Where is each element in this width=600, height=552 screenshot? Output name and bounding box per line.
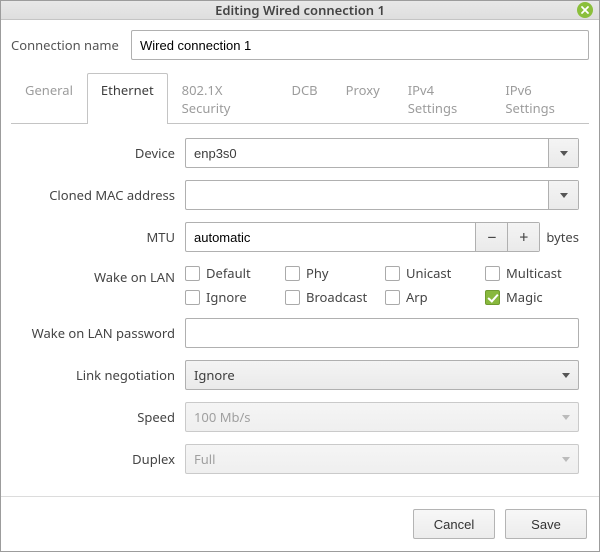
- link-negotiation-select[interactable]: Ignore: [185, 360, 579, 390]
- wol-arp-label: Arp: [406, 288, 428, 306]
- mtu-input[interactable]: [186, 223, 475, 251]
- duplex-label: Duplex: [21, 450, 185, 468]
- speed-label: Speed: [21, 408, 185, 426]
- link-negotiation-row: Link negotiation Ignore: [21, 360, 579, 390]
- wol-options: Default Phy Unicast Multicast Ignore Bro…: [185, 264, 579, 306]
- wol-default[interactable]: Default: [185, 264, 279, 282]
- wol-arp-checkbox[interactable]: [385, 290, 400, 305]
- device-row: Device: [21, 138, 579, 168]
- wol-magic-label: Magic: [506, 288, 543, 306]
- duplex-select: Full: [185, 444, 579, 474]
- chevron-down-icon: [562, 415, 570, 420]
- wol-multicast-checkbox[interactable]: [485, 266, 500, 281]
- tab-8021x-security[interactable]: 802.1X Security: [168, 73, 278, 124]
- save-button[interactable]: Save: [505, 509, 587, 539]
- wol-broadcast-label: Broadcast: [306, 288, 367, 306]
- close-button[interactable]: [577, 2, 593, 18]
- device-dropdown-button[interactable]: [548, 139, 578, 167]
- wol-ignore[interactable]: Ignore: [185, 288, 279, 306]
- wol-multicast[interactable]: Multicast: [485, 264, 579, 282]
- duplex-row: Duplex Full: [21, 444, 579, 474]
- wol-password-input[interactable]: [185, 318, 579, 348]
- wol-unicast-label: Unicast: [406, 264, 451, 282]
- titlebar: Editing Wired connection 1: [1, 1, 599, 20]
- cloned-mac-dropdown-button[interactable]: [548, 181, 578, 209]
- wol-phy-label: Phy: [306, 264, 329, 282]
- wol-phy-checkbox[interactable]: [285, 266, 300, 281]
- wol-row: Wake on LAN Default Phy Unicast Multicas…: [21, 264, 579, 306]
- chevron-down-icon: [560, 151, 568, 156]
- speed-row: Speed 100 Mb/s: [21, 402, 579, 432]
- wol-label: Wake on LAN: [21, 264, 185, 286]
- wol-ignore-label: Ignore: [206, 288, 247, 306]
- mtu-label: MTU: [21, 228, 185, 246]
- device-label: Device: [21, 144, 185, 162]
- window-title: Editing Wired connection 1: [215, 1, 385, 19]
- wol-default-label: Default: [206, 264, 251, 282]
- chevron-down-icon: [562, 457, 570, 462]
- tab-general[interactable]: General: [11, 73, 87, 124]
- mtu-spinner[interactable]: − +: [185, 222, 540, 252]
- tab-dcb[interactable]: DCB: [277, 73, 331, 124]
- duplex-value: Full: [194, 450, 216, 468]
- wol-ignore-checkbox[interactable]: [185, 290, 200, 305]
- cloned-mac-combo[interactable]: [185, 180, 579, 210]
- tab-ipv4-settings[interactable]: IPv4 Settings: [394, 73, 492, 124]
- tab-proxy[interactable]: Proxy: [332, 73, 394, 124]
- wol-multicast-label: Multicast: [506, 264, 562, 282]
- wol-arp[interactable]: Arp: [385, 288, 479, 306]
- tabs: General Ethernet 802.1X Security DCB Pro…: [11, 72, 589, 124]
- mtu-unit: bytes: [546, 228, 579, 246]
- wol-password-label: Wake on LAN password: [21, 324, 185, 342]
- cloned-mac-row: Cloned MAC address: [21, 180, 579, 210]
- close-icon: [580, 5, 590, 15]
- cloned-mac-label: Cloned MAC address: [21, 186, 185, 204]
- connection-name-row: Connection name: [11, 30, 589, 60]
- cancel-button[interactable]: Cancel: [413, 509, 495, 539]
- link-negotiation-label: Link negotiation: [21, 366, 185, 384]
- wol-phy[interactable]: Phy: [285, 264, 379, 282]
- wol-default-checkbox[interactable]: [185, 266, 200, 281]
- mtu-decrement-button[interactable]: −: [475, 223, 507, 251]
- ethernet-panel: Device Cloned MAC address: [11, 124, 589, 496]
- connection-name-label: Connection name: [11, 36, 131, 54]
- speed-value: 100 Mb/s: [194, 408, 251, 426]
- device-combo[interactable]: [185, 138, 579, 168]
- content-area: Connection name General Ethernet 802.1X …: [1, 20, 599, 496]
- connection-name-input[interactable]: [131, 30, 589, 60]
- device-input[interactable]: [186, 139, 548, 167]
- link-negotiation-value: Ignore: [194, 366, 235, 384]
- chevron-down-icon: [560, 193, 568, 198]
- wol-unicast-checkbox[interactable]: [385, 266, 400, 281]
- editor-window: Editing Wired connection 1 Connection na…: [0, 0, 600, 552]
- dialog-footer: Cancel Save: [1, 496, 599, 551]
- tab-ethernet[interactable]: Ethernet: [87, 73, 168, 124]
- cloned-mac-input[interactable]: [186, 181, 548, 209]
- wol-magic[interactable]: Magic: [485, 288, 579, 306]
- minus-icon: −: [487, 226, 496, 248]
- plus-icon: +: [519, 226, 528, 248]
- chevron-down-icon: [562, 373, 570, 378]
- wol-unicast[interactable]: Unicast: [385, 264, 479, 282]
- mtu-increment-button[interactable]: +: [507, 223, 539, 251]
- speed-select: 100 Mb/s: [185, 402, 579, 432]
- wol-magic-checkbox[interactable]: [485, 290, 500, 305]
- wol-broadcast-checkbox[interactable]: [285, 290, 300, 305]
- mtu-row: MTU − + bytes: [21, 222, 579, 252]
- wol-password-row: Wake on LAN password: [21, 318, 579, 348]
- tab-ipv6-settings[interactable]: IPv6 Settings: [491, 73, 589, 124]
- wol-broadcast[interactable]: Broadcast: [285, 288, 379, 306]
